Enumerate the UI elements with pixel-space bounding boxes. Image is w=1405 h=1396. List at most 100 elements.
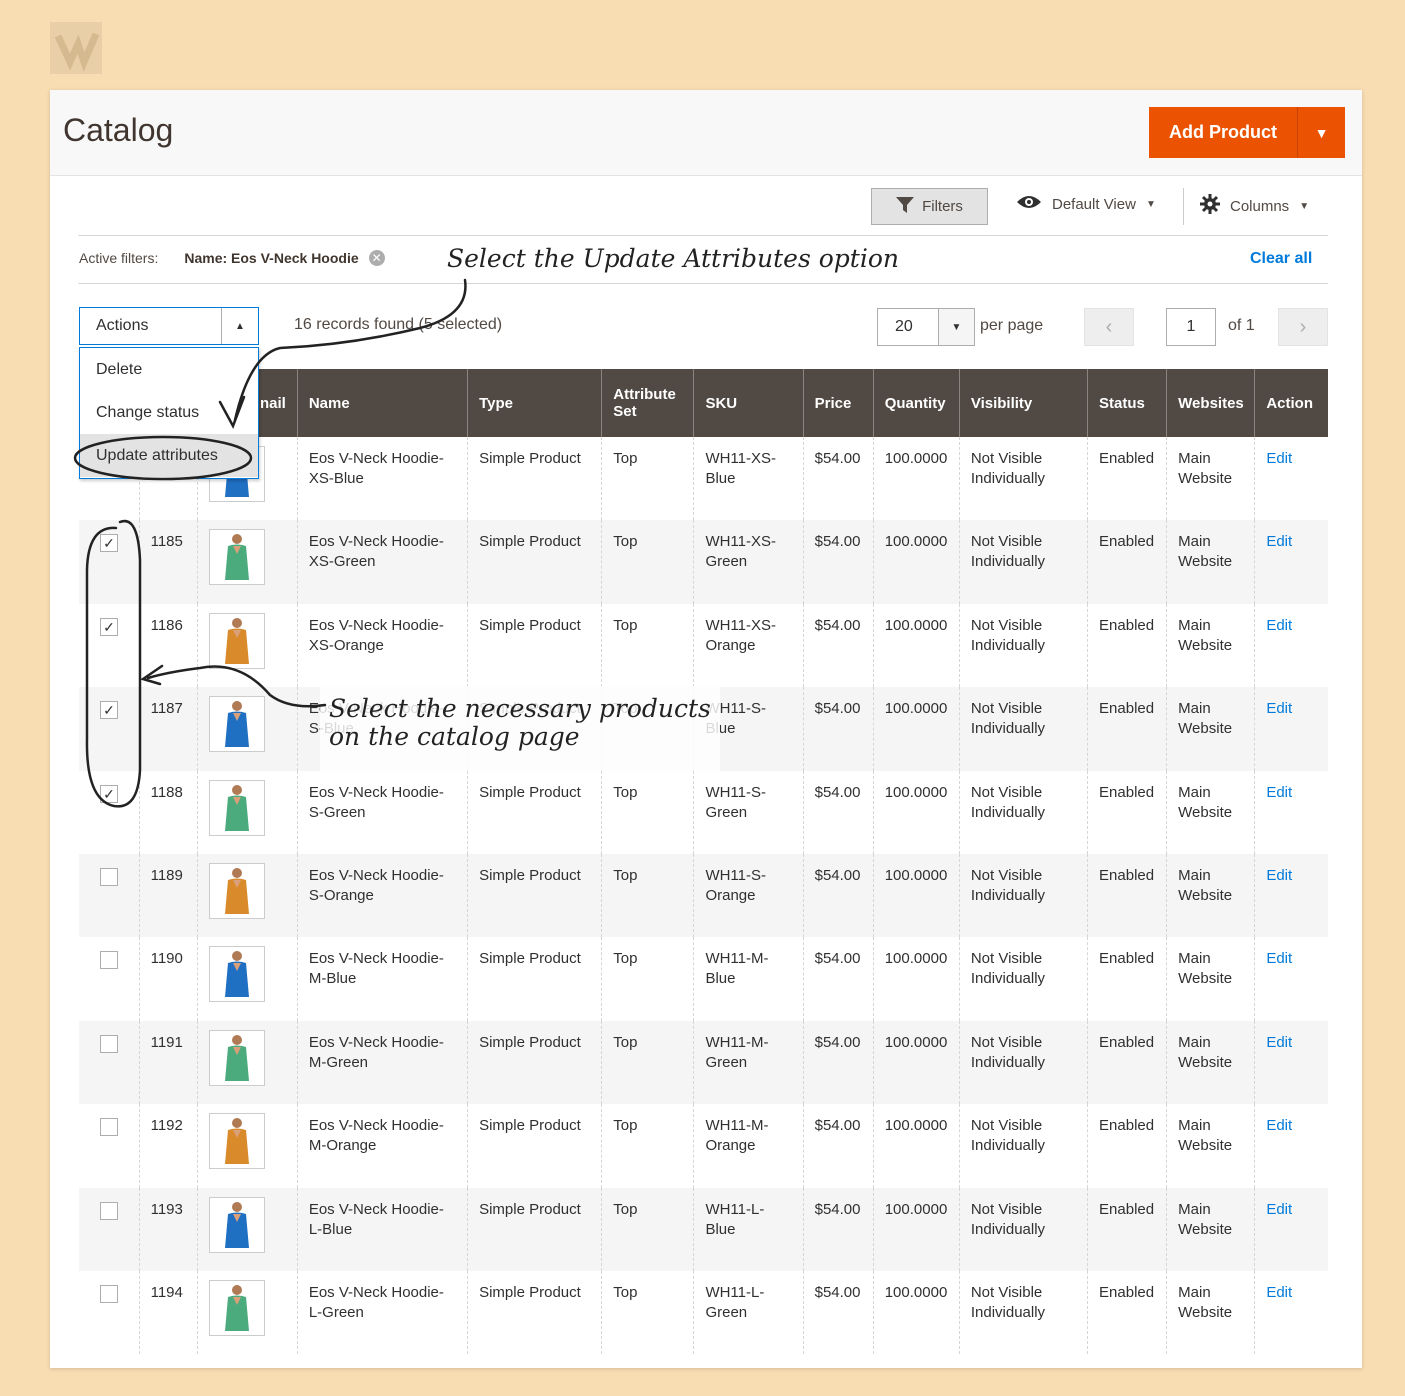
annotation-select-products-2: on the catalog page (329, 722, 580, 751)
cell-price: $54.00 (802, 853, 874, 938)
cell-attribute-set: Top (601, 1270, 694, 1355)
cell-sku: WH11-M-Green (693, 1020, 804, 1105)
action-delete[interactable]: Delete (80, 348, 258, 391)
filters-label: Filters (922, 198, 963, 215)
cell-visibility: Not Visible Individually (958, 1104, 1088, 1188)
cell-thumbnail (196, 1270, 298, 1355)
table-row[interactable]: ✓ 1188 Eos V-Neck Hoodie-S-Green Simple Pro… (79, 770, 1328, 854)
chevron-down-icon: ▼ (1145, 198, 1156, 210)
add-product-label: Add Product (1169, 122, 1277, 142)
edit-link[interactable]: Edit (1266, 1117, 1292, 1134)
cell-websites: Main Website (1166, 520, 1255, 604)
table-row[interactable]: 1193 Eos V-Neck Hoodie-L-Blue Simple Produ… (79, 1187, 1328, 1271)
edit-link[interactable]: Edit (1266, 1034, 1292, 1051)
next-page-button[interactable]: › (1278, 308, 1328, 346)
table-row[interactable]: 1189 Eos V-Neck Hoodie-S-Orange Simple Pro… (79, 853, 1328, 938)
table-row[interactable]: 1194 Eos V-Neck Hoodie-L-Green Simple Prod… (79, 1270, 1328, 1355)
page-input[interactable]: 1 (1166, 308, 1216, 346)
cell-attribute-set: Top (601, 1020, 694, 1105)
cell-sku: WH11-XS-Green (693, 520, 804, 604)
edit-link[interactable]: Edit (1266, 617, 1292, 634)
cell-action: Edit (1254, 853, 1328, 938)
cell-thumbnail (196, 1104, 298, 1188)
cell-name: Eos V-Neck Hoodie-L-Blue (296, 1187, 468, 1271)
row-checkbox[interactable] (100, 1201, 118, 1220)
row-checkbox[interactable]: ✓ (100, 534, 118, 553)
row-checkbox[interactable]: ✓ (100, 617, 118, 636)
cell-visibility: Not Visible Individually (958, 1270, 1088, 1355)
row-checkbox[interactable] (100, 867, 118, 886)
cell-visibility: Not Visible Individually (958, 1187, 1088, 1271)
cell-action: Edit (1254, 603, 1328, 688)
cell-attribute-set: Top (601, 770, 694, 854)
add-product-button[interactable]: Add Product ▼ (1149, 107, 1345, 158)
edit-link[interactable]: Edit (1266, 1284, 1292, 1301)
table-row[interactable]: 1190 Eos V-Neck Hoodie-M-Blue Simple Produ… (79, 937, 1328, 1021)
gear-icon (1200, 194, 1220, 218)
per-page-select[interactable]: 20 ▼ (877, 308, 975, 346)
action-update-attributes[interactable]: Update attributes (80, 434, 258, 477)
cell-sku: WH11-L-Blue (693, 1187, 804, 1271)
column-header[interactable]: Visibility (958, 369, 1088, 437)
row-select-cell: ✓ (79, 687, 140, 771)
cell-price: $54.00 (802, 1104, 874, 1188)
cell-quantity: 100.0000 (872, 520, 960, 604)
cell-action: Edit (1254, 437, 1328, 521)
cell-type: Simple Product (467, 770, 602, 854)
column-header[interactable]: Name (296, 369, 468, 437)
cell-type: Simple Product (467, 1187, 602, 1271)
table-row[interactable]: ✓Eos V-Neck Hoodie-XS-BlueSimple Product… (79, 437, 1328, 521)
edit-link[interactable]: Edit (1266, 950, 1292, 967)
grid-header-row: nail Name Type Attribute Set SKU Price Q… (79, 369, 1328, 437)
column-header[interactable]: Price (802, 369, 874, 437)
edit-link[interactable]: Edit (1266, 533, 1292, 550)
action-change-status[interactable]: Change status (80, 391, 258, 434)
column-header[interactable]: Type (467, 369, 602, 437)
row-select-cell: ✓ (79, 520, 140, 604)
cell-quantity: 100.0000 (872, 603, 960, 688)
default-view-button[interactable]: Default View ▼ (1016, 194, 1156, 214)
column-header[interactable]: Quantity (872, 369, 960, 437)
product-thumbnail (208, 529, 265, 586)
edit-link[interactable]: Edit (1266, 784, 1292, 801)
table-row[interactable]: ✓ 1185 Eos V-Neck Hoodie-XS-Green Simple Pr… (79, 520, 1328, 604)
table-row[interactable]: 1191 Eos V-Neck Hoodie-M-Green Simple Prod… (79, 1020, 1328, 1105)
row-checkbox[interactable] (100, 1284, 118, 1303)
row-checkbox[interactable] (100, 1034, 118, 1053)
close-circle-icon[interactable]: ✕ (368, 250, 385, 266)
clear-all-link[interactable]: Clear all (1250, 250, 1312, 268)
cell-status: Enabled (1087, 437, 1167, 521)
actions-select[interactable]: Actions ▲ (79, 307, 259, 345)
edit-link[interactable]: Edit (1266, 1201, 1292, 1218)
cell-name: Eos V-Neck Hoodie-XS-Blue (296, 437, 468, 521)
filters-button[interactable]: Filters (871, 188, 988, 225)
table-row[interactable]: ✓ 1186 Eos V-Neck Hoodie-XS-Orange Simple P… (79, 603, 1328, 688)
column-header[interactable]: SKU (693, 369, 804, 437)
previous-page-button[interactable]: ‹ (1084, 308, 1134, 346)
row-checkbox[interactable] (100, 951, 118, 970)
edit-link[interactable]: Edit (1266, 867, 1292, 884)
column-header[interactable]: Websites (1166, 369, 1255, 437)
cell-visibility: Not Visible Individually (958, 770, 1088, 854)
cell-price: $54.00 (802, 1020, 874, 1105)
column-header[interactable]: Action (1254, 369, 1328, 437)
cell-status: Enabled (1087, 687, 1167, 771)
cell-price: $54.00 (802, 603, 874, 688)
product-thumbnail (208, 1029, 265, 1086)
cell-action: Edit (1254, 1187, 1328, 1271)
edit-link[interactable]: Edit (1266, 450, 1292, 467)
cell-attribute-set: Top (601, 1104, 694, 1188)
row-checkbox[interactable]: ✓ (100, 701, 118, 720)
columns-button[interactable]: Columns ▼ (1200, 194, 1309, 218)
edit-link[interactable]: Edit (1266, 700, 1292, 717)
per-page-label: per page (980, 317, 1044, 334)
table-row[interactable]: 1192 Eos V-Neck Hoodie-M-Orange Simple Pro… (79, 1104, 1328, 1188)
column-header[interactable]: Attribute Set (601, 369, 694, 437)
cell-thumbnail (196, 853, 298, 938)
cell-action: Edit (1254, 937, 1328, 1021)
caret-down-icon[interactable]: ▼ (1298, 107, 1345, 158)
product-thumbnail (208, 1113, 265, 1170)
column-header[interactable]: Status (1087, 369, 1167, 437)
row-checkbox[interactable] (100, 1118, 118, 1137)
row-checkbox[interactable]: ✓ (100, 784, 118, 803)
